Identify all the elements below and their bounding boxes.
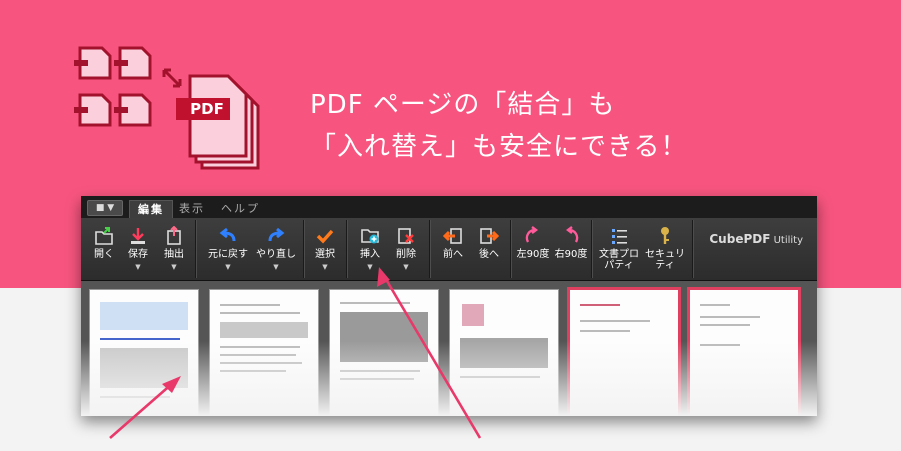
- app-window: ■ ▼ 編集 表示 ヘルプ 開く 保存 ▼ 抽出 ▼ 元に戻す ▼ やり直し ▼…: [81, 196, 817, 416]
- file-group: 開く 保存 ▼ 抽出 ▼: [81, 220, 196, 278]
- ribbon-toolbar: 開く 保存 ▼ 抽出 ▼ 元に戻す ▼ やり直し ▼ 選択 ▼ 挿入 ▼ 削除 …: [81, 218, 817, 281]
- select-group: 選択 ▼: [304, 220, 347, 278]
- security-label-1: セキュリ: [645, 249, 685, 260]
- rotate-left-icon: [525, 226, 538, 243]
- delete-page-icon: [398, 228, 414, 244]
- document-properties-button[interactable]: 文書プロ パティ: [598, 222, 640, 271]
- undo-arrow-icon: [219, 227, 236, 242]
- caret-down-icon: ▼: [225, 263, 231, 271]
- caret-down-icon: ▼: [273, 263, 279, 271]
- brand-name: CubePDF: [709, 232, 771, 246]
- insert-button[interactable]: 挿入 ▼: [355, 222, 385, 273]
- pdf-merge-icon: [74, 46, 260, 170]
- insert-label: 挿入: [360, 249, 380, 260]
- tab-help[interactable]: ヘルプ: [213, 200, 268, 218]
- tab-bar: ■ ▼ 編集 表示 ヘルプ: [81, 196, 817, 219]
- rotate-right-label: 右90度: [554, 249, 588, 260]
- key-icon: [661, 227, 669, 244]
- history-group: 元に戻す ▼ やり直し ▼: [196, 220, 304, 278]
- caret-down-icon: ▼: [367, 263, 373, 271]
- chevron-down-icon: ▼: [107, 203, 115, 213]
- undo-label: 元に戻す: [208, 249, 248, 260]
- delete-button[interactable]: 削除 ▼: [391, 222, 421, 273]
- folder-icon: ■: [95, 203, 105, 213]
- select-label: 選択: [315, 249, 335, 260]
- caret-down-icon: ▼: [403, 263, 409, 271]
- redo-button[interactable]: やり直し ▼: [254, 222, 298, 273]
- headline-line-1: PDF ページの「結合」も: [310, 90, 616, 120]
- insert-page-icon: [361, 229, 379, 244]
- extract-icon: [167, 226, 181, 245]
- headline-line-2: 「入れ替え」も安全にできる！: [310, 132, 688, 162]
- save-download-icon: [131, 228, 145, 244]
- tab-edit[interactable]: 編集: [129, 200, 173, 219]
- extract-button[interactable]: 抽出 ▼: [159, 222, 189, 273]
- doc-properties-label-2: パティ: [604, 260, 634, 271]
- doc-properties-label-1: 文書プロ: [599, 249, 639, 260]
- move-prev-button[interactable]: 前へ: [438, 222, 468, 260]
- extract-label: 抽出: [164, 249, 184, 260]
- tab-view[interactable]: 表示: [171, 200, 213, 218]
- rotate-right-button[interactable]: 右90度: [553, 222, 589, 260]
- move-next-button[interactable]: 後へ: [474, 222, 504, 260]
- security-button[interactable]: セキュリ ティ: [644, 222, 686, 271]
- redo-arrow-icon: [268, 227, 285, 242]
- brand-logo: CubePDF Utility: [709, 232, 803, 246]
- arrow-left-icon: [443, 228, 462, 244]
- headline: PDF ページの「結合」も 「入れ替え」も安全にできる！: [310, 84, 687, 168]
- move-group: 前へ 後へ: [430, 220, 511, 278]
- select-button[interactable]: 選択 ▼: [310, 222, 340, 273]
- page-edit-group: 挿入 ▼ 削除 ▼: [347, 220, 430, 278]
- rotate-left-label: 左90度: [516, 249, 550, 260]
- open-folder-icon: [95, 227, 113, 245]
- rotate-right-icon: [566, 226, 579, 243]
- caret-down-icon: ▼: [135, 263, 141, 271]
- rotate-left-button[interactable]: 左90度: [515, 222, 551, 260]
- delete-label: 削除: [396, 249, 416, 260]
- open-label: 開く: [94, 249, 114, 260]
- rotate-group: 左90度 右90度: [511, 220, 592, 278]
- app-menu-button[interactable]: ■ ▼: [87, 200, 123, 216]
- brand-suffix: Utility: [770, 235, 803, 246]
- caret-down-icon: ▼: [322, 263, 328, 271]
- document-group: 文書プロ パティ セキュリ ティ: [592, 220, 693, 278]
- redo-label: やり直し: [256, 249, 296, 260]
- open-button[interactable]: 開く: [89, 222, 119, 260]
- page-thumbnail-area: [81, 281, 817, 416]
- security-label-2: ティ: [655, 260, 675, 271]
- prev-label: 前へ: [443, 249, 463, 260]
- arrow-right-icon: [480, 228, 499, 244]
- next-label: 後へ: [479, 249, 499, 260]
- list-icon: [612, 229, 627, 244]
- save-label: 保存: [128, 249, 148, 260]
- save-button[interactable]: 保存 ▼: [123, 222, 153, 273]
- pdf-badge-label: PDF: [190, 100, 224, 118]
- caret-down-icon: ▼: [171, 263, 177, 271]
- undo-button[interactable]: 元に戻す ▼: [206, 222, 250, 273]
- fade-overlay: [81, 341, 817, 416]
- checkmark-icon: [316, 229, 334, 244]
